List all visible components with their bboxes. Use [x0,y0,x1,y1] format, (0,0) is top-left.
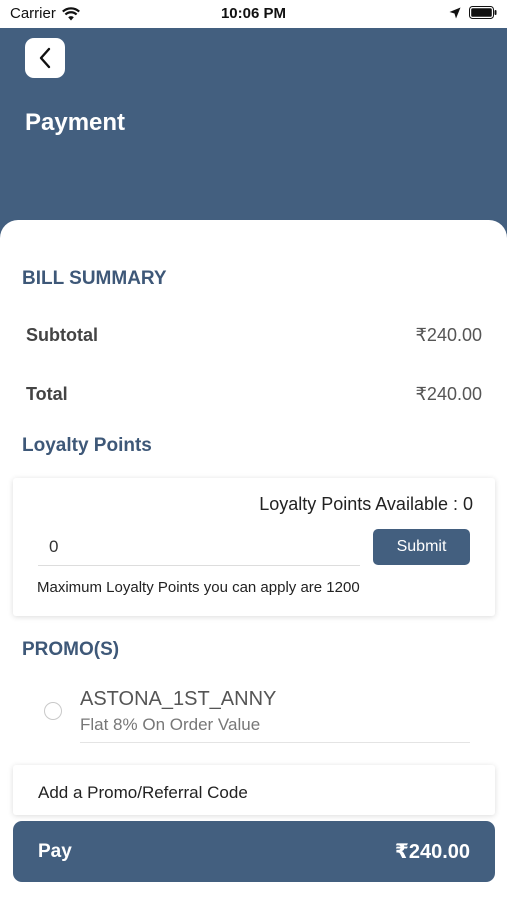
total-row: Total ₹240.00 [26,384,482,405]
loyalty-points-input[interactable] [38,528,360,566]
battery-icon [469,6,497,19]
pay-label: Pay [38,840,72,862]
chevron-left-icon [39,47,51,69]
loyalty-points-available: Loyalty Points Available : 0 [259,494,473,514]
add-promo-referral-card[interactable]: Add a Promo/Referral Code [13,765,495,815]
subtotal-row: Subtotal ₹240.00 [26,325,482,346]
loyalty-points-title: Loyalty Points [22,435,152,456]
promo-code: ASTONA_1ST_ANNY [80,688,277,710]
pay-button[interactable]: Pay ₹240.00 [13,821,495,882]
add-promo-referral-label: Add a Promo/Referral Code [38,783,248,802]
bill-summary-title: BILL SUMMARY [22,268,167,289]
status-right [449,6,497,19]
location-arrow-icon [449,7,461,18]
promo-divider [80,742,470,743]
promo-description: Flat 8% On Order Value [80,715,261,734]
promos-title: PROMO(S) [22,639,120,660]
submit-button[interactable]: Submit [373,529,470,565]
promo-item[interactable]: ASTONA_1ST_ANNY Flat 8% On Order Value [13,675,495,763]
total-value: ₹240.00 [415,384,482,404]
total-label: Total [26,384,68,404]
status-time: 10:06 PM [220,5,287,22]
page-title: Payment [25,109,126,136]
back-button[interactable] [25,38,65,78]
content-sheet: BILL SUMMARY Subtotal ₹240.00 Total ₹240… [0,220,507,900]
loyalty-points-card: Loyalty Points Available : 0 Submit Maxi… [13,478,495,616]
header: Payment [0,25,507,240]
pay-amount: ₹240.00 [394,841,470,863]
status-bar: Carrier 10:06 PM [0,0,507,28]
subtotal-label: Subtotal [26,325,98,345]
loyalty-points-note: Maximum Loyalty Points you can apply are… [37,579,360,596]
promo-radio-button[interactable] [44,702,62,720]
subtotal-value: ₹240.00 [415,325,482,345]
